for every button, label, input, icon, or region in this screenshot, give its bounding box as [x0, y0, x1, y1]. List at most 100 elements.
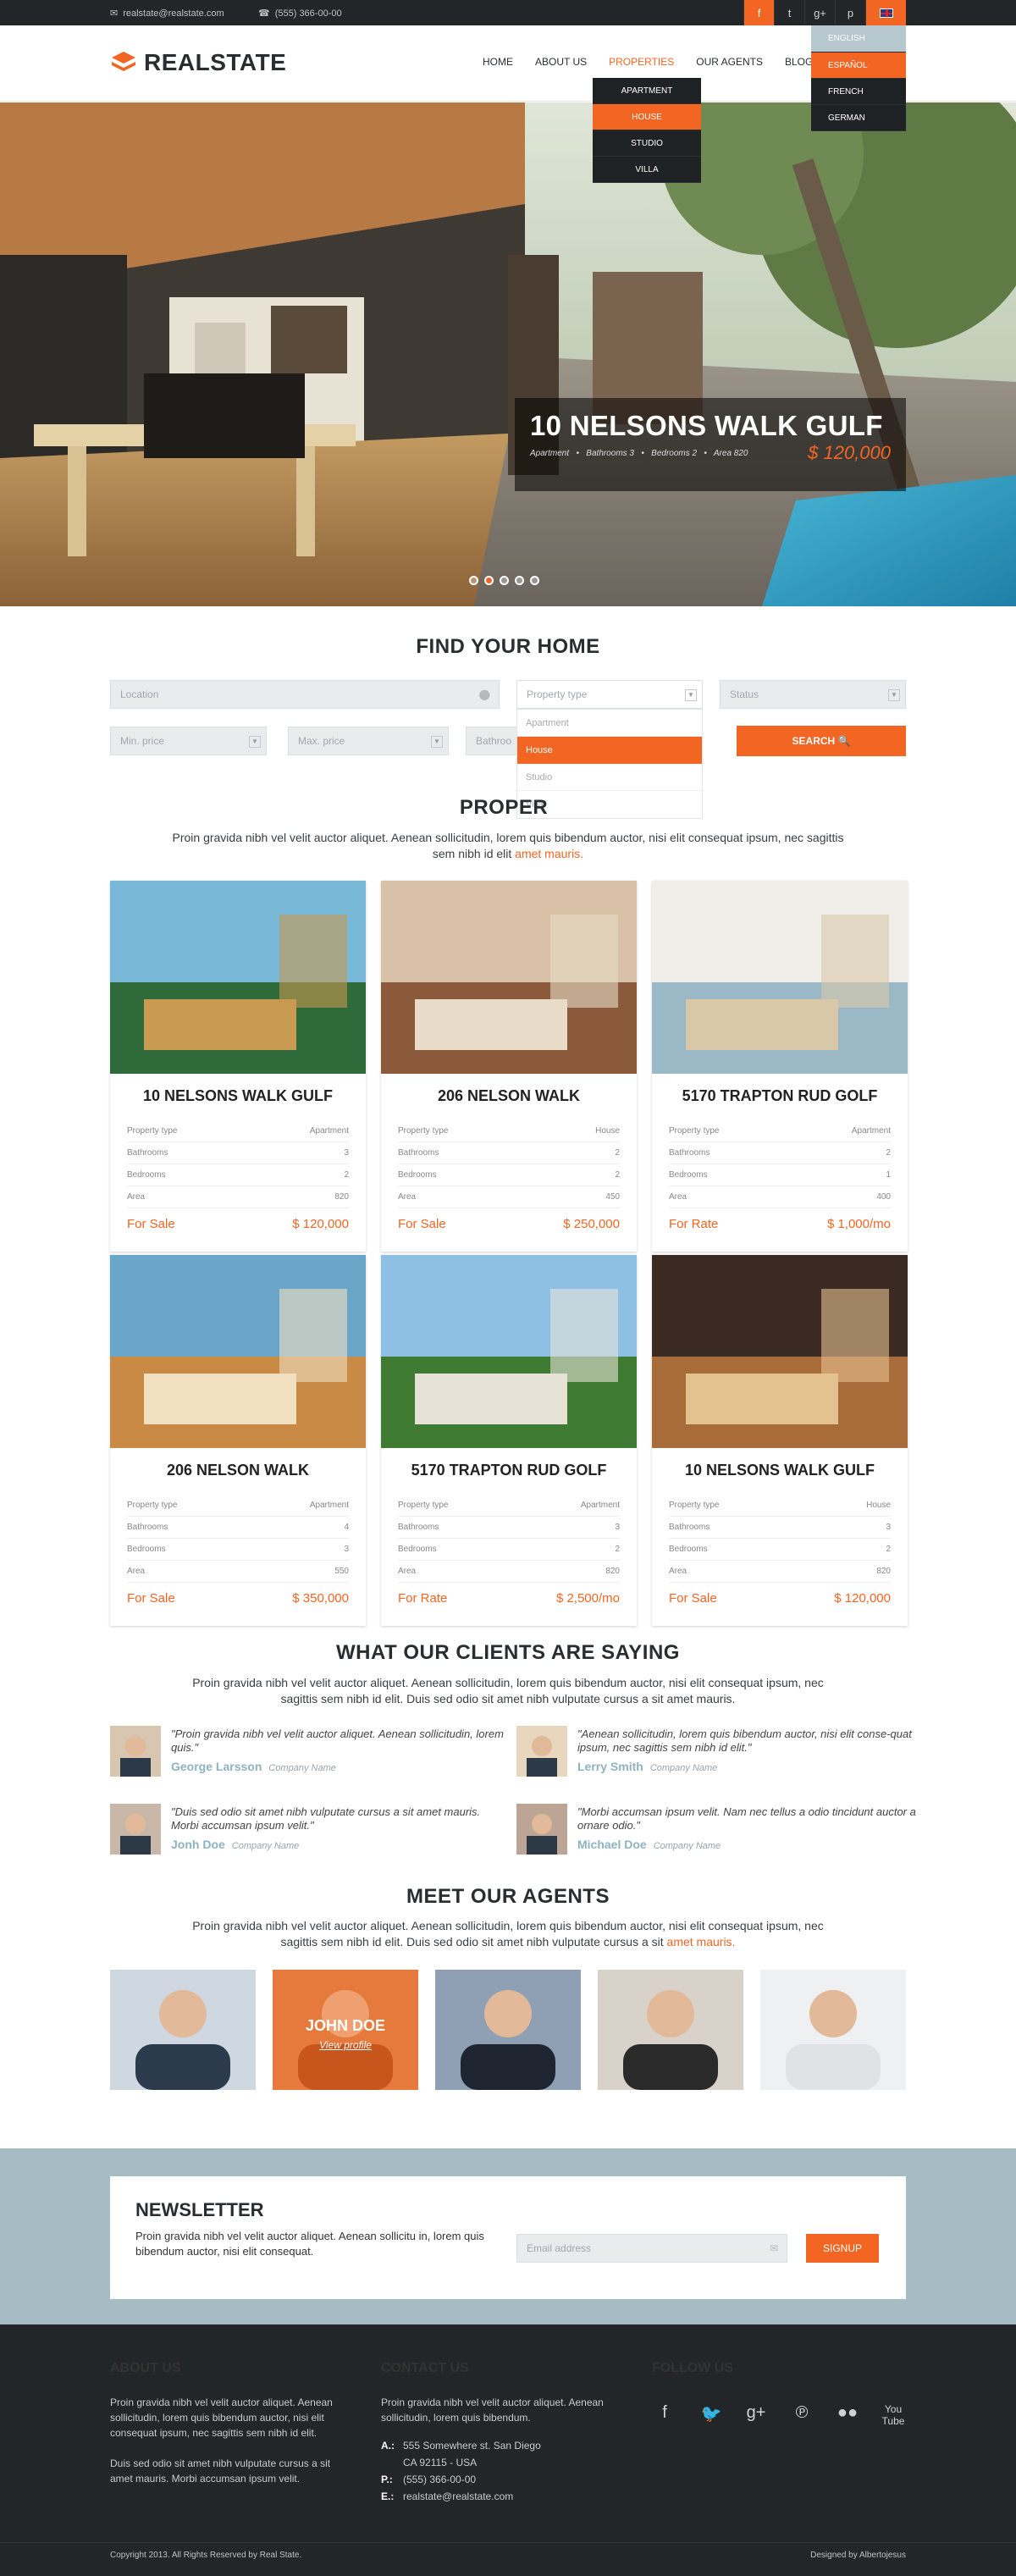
search-button[interactable]: SEARCH 🔍: [737, 726, 906, 756]
property-card[interactable]: 10 NELSONS WALK GULF Property type House …: [652, 1255, 908, 1626]
property-name[interactable]: 5170 TRAPTON RUD GOLF: [652, 1087, 908, 1105]
properties-dropdown: APARTMENT HOUSE STUDIO VILLA: [593, 78, 701, 183]
flickr-icon[interactable]: ●●: [835, 2403, 860, 2423]
dropdown-villa[interactable]: VILLA: [593, 157, 701, 183]
property-status: For Sale: [127, 1591, 175, 1606]
property-card[interactable]: 5170 TRAPTON RUD GOLF Property type Apart…: [381, 1255, 637, 1626]
property-photo[interactable]: [381, 881, 637, 1074]
property-details: Property type Apartment Bathrooms 3 Bedroo…: [127, 1120, 349, 1208]
email-input[interactable]: Email address ✉: [516, 2234, 787, 2263]
property-name[interactable]: 10 NELSONS WALK GULF: [110, 1087, 366, 1105]
property-photo[interactable]: [110, 1255, 366, 1448]
option-house[interactable]: House: [517, 737, 702, 764]
signup-button[interactable]: SIGNUP: [806, 2234, 879, 2263]
property-photo[interactable]: [110, 881, 366, 1074]
pinterest-icon[interactable]: ℗: [789, 2403, 814, 2423]
property-photo[interactable]: [652, 881, 908, 1074]
facebook-icon[interactable]: f: [652, 2403, 677, 2423]
agent-card[interactable]: [435, 1970, 581, 2090]
status-select[interactable]: Status ▼: [720, 680, 906, 709]
dropdown-studio[interactable]: STUDIO: [593, 130, 701, 157]
properties-title: PROPER: [459, 796, 549, 819]
pinterest-icon[interactable]: p: [835, 0, 865, 25]
agent-card[interactable]: [598, 1970, 743, 2090]
youtube-icon[interactable]: You Tube: [881, 2403, 906, 2427]
top-phone: ☎ (555) 366-00-00: [258, 8, 342, 19]
nav-home[interactable]: HOME: [483, 56, 513, 68]
lang-french[interactable]: FRENCH: [811, 79, 906, 105]
properties-lead-link[interactable]: amet mauris.: [515, 847, 583, 860]
property-name[interactable]: 206 NELSON WALK: [381, 1087, 637, 1105]
property-type-select[interactable]: Property type ▼: [516, 680, 703, 709]
lang-espanol[interactable]: ESPAÑOL: [811, 53, 906, 79]
dropdown-apartment[interactable]: APARTMENT: [593, 78, 701, 104]
agent-card[interactable]: JOHN DOE View profile: [273, 1970, 418, 2090]
slider-dot-active[interactable]: [484, 576, 494, 585]
clients-lead: Proin gravida nibh vel velit auctor aliq…: [192, 1676, 824, 1705]
agents-lead-link[interactable]: amet mauris.: [667, 1935, 736, 1949]
property-card[interactable]: 206 NELSON WALK Property type House Bathr…: [381, 881, 637, 1252]
slider-dot[interactable]: [530, 576, 539, 585]
nav-our-agents[interactable]: OUR AGENTS: [696, 56, 763, 68]
property-photo[interactable]: [652, 1255, 908, 1448]
envelope-icon: ✉: [769, 2242, 778, 2254]
avatar: [516, 1804, 567, 1855]
property-name[interactable]: 5170 TRAPTON RUD GOLF: [381, 1462, 637, 1479]
property-price: $ 350,000: [292, 1591, 349, 1606]
testimonial-quote: "Morbi accumsan ipsum velit. Nam nec tel…: [577, 1805, 916, 1832]
google-plus-icon[interactable]: g+: [743, 2403, 769, 2423]
twitter-icon[interactable]: t: [774, 0, 804, 25]
property-name[interactable]: 10 NELSONS WALK GULF: [652, 1462, 908, 1479]
lang-english[interactable]: ENGLISH: [811, 25, 906, 53]
clients-title: WHAT OUR CLIENTS ARE SAYING: [336, 1641, 680, 1664]
property-name[interactable]: 206 NELSON WALK: [110, 1462, 366, 1479]
agent-card[interactable]: [110, 1970, 256, 2090]
hero-caption[interactable]: 10 NELSONS WALK GULF Apartment • Bathroo…: [515, 398, 906, 491]
top-bar: ✉ realstate@realstate.com ☎ (555) 366-00-0…: [0, 0, 1016, 25]
footer-contact-text: Proin gravida nibh vel velit auctor aliq…: [381, 2396, 604, 2424]
property-details: Property type Apartment Bathrooms 2 Bedroo…: [669, 1120, 891, 1208]
bathrooms-select[interactable]: Bathroo: [466, 727, 516, 755]
nav-properties[interactable]: PROPERTIES: [609, 56, 674, 68]
dropdown-house[interactable]: HOUSE: [593, 104, 701, 130]
nav-blog[interactable]: BLOG: [785, 56, 813, 68]
footer-about-title: ABOUT US: [110, 2361, 181, 2375]
testimonial: "Duis sed odio sit amet nibh vulputate c…: [110, 1804, 508, 1858]
footer-about-text-1: Proin gravida nibh vel velit auctor aliq…: [110, 2396, 333, 2439]
hero-slider[interactable]: [0, 102, 1016, 606]
logo-text: REALSTATE: [144, 49, 287, 75]
nav-about-us[interactable]: ABOUT US: [535, 56, 587, 68]
slider-dot[interactable]: [469, 576, 478, 585]
view-profile-link[interactable]: View profile: [273, 2039, 418, 2051]
designed-by: Designed by Albertojesus: [810, 2551, 906, 2560]
twitter-icon[interactable]: 🐦: [698, 2403, 724, 2424]
chevron-down-icon: ▼: [888, 689, 900, 701]
property-details: Property type Apartment Bathrooms 4 Bedroo…: [127, 1495, 349, 1583]
lang-german[interactable]: GERMAN: [811, 105, 906, 131]
property-details: Property type House Bathrooms 3 Bedrooms 2 …: [669, 1495, 891, 1583]
max-price-select[interactable]: Max. price ▼: [288, 727, 449, 755]
slider-dot[interactable]: [515, 576, 524, 585]
testimonial: "Proin gravida nibh vel velit auctor ali…: [110, 1726, 508, 1780]
property-card[interactable]: 10 NELSONS WALK GULF Property type Apartm…: [110, 881, 366, 1252]
property-photo[interactable]: [381, 1255, 637, 1448]
min-price-select[interactable]: Min. price ▼: [110, 727, 267, 755]
property-card[interactable]: 206 NELSON WALK Property type Apartment B…: [110, 1255, 366, 1626]
top-email[interactable]: ✉ realstate@realstate.com: [110, 8, 224, 19]
google-plus-icon[interactable]: g+: [804, 0, 835, 25]
slider-dot[interactable]: [500, 576, 509, 585]
property-status: For Sale: [669, 1591, 717, 1606]
footer-email-link[interactable]: realstate@realstate.com: [403, 2490, 513, 2502]
logo[interactable]: REALSTATE: [110, 49, 286, 76]
location-input[interactable]: Location ⬤: [110, 680, 500, 709]
footer-follow-title: FOLLOW US: [652, 2361, 733, 2375]
facebook-icon[interactable]: f: [743, 0, 774, 25]
testimonial-author: Jonh Doe Company Name: [171, 1838, 300, 1851]
chevron-down-icon: ▼: [685, 689, 697, 701]
chevron-down-icon: ▼: [249, 736, 261, 748]
language-selector[interactable]: [865, 0, 906, 25]
property-card[interactable]: 5170 TRAPTON RUD GOLF Property type Apart…: [652, 881, 908, 1252]
option-apartment[interactable]: Apartment: [517, 710, 702, 737]
option-studio[interactable]: Studio: [517, 764, 702, 791]
agent-card[interactable]: [760, 1970, 906, 2090]
